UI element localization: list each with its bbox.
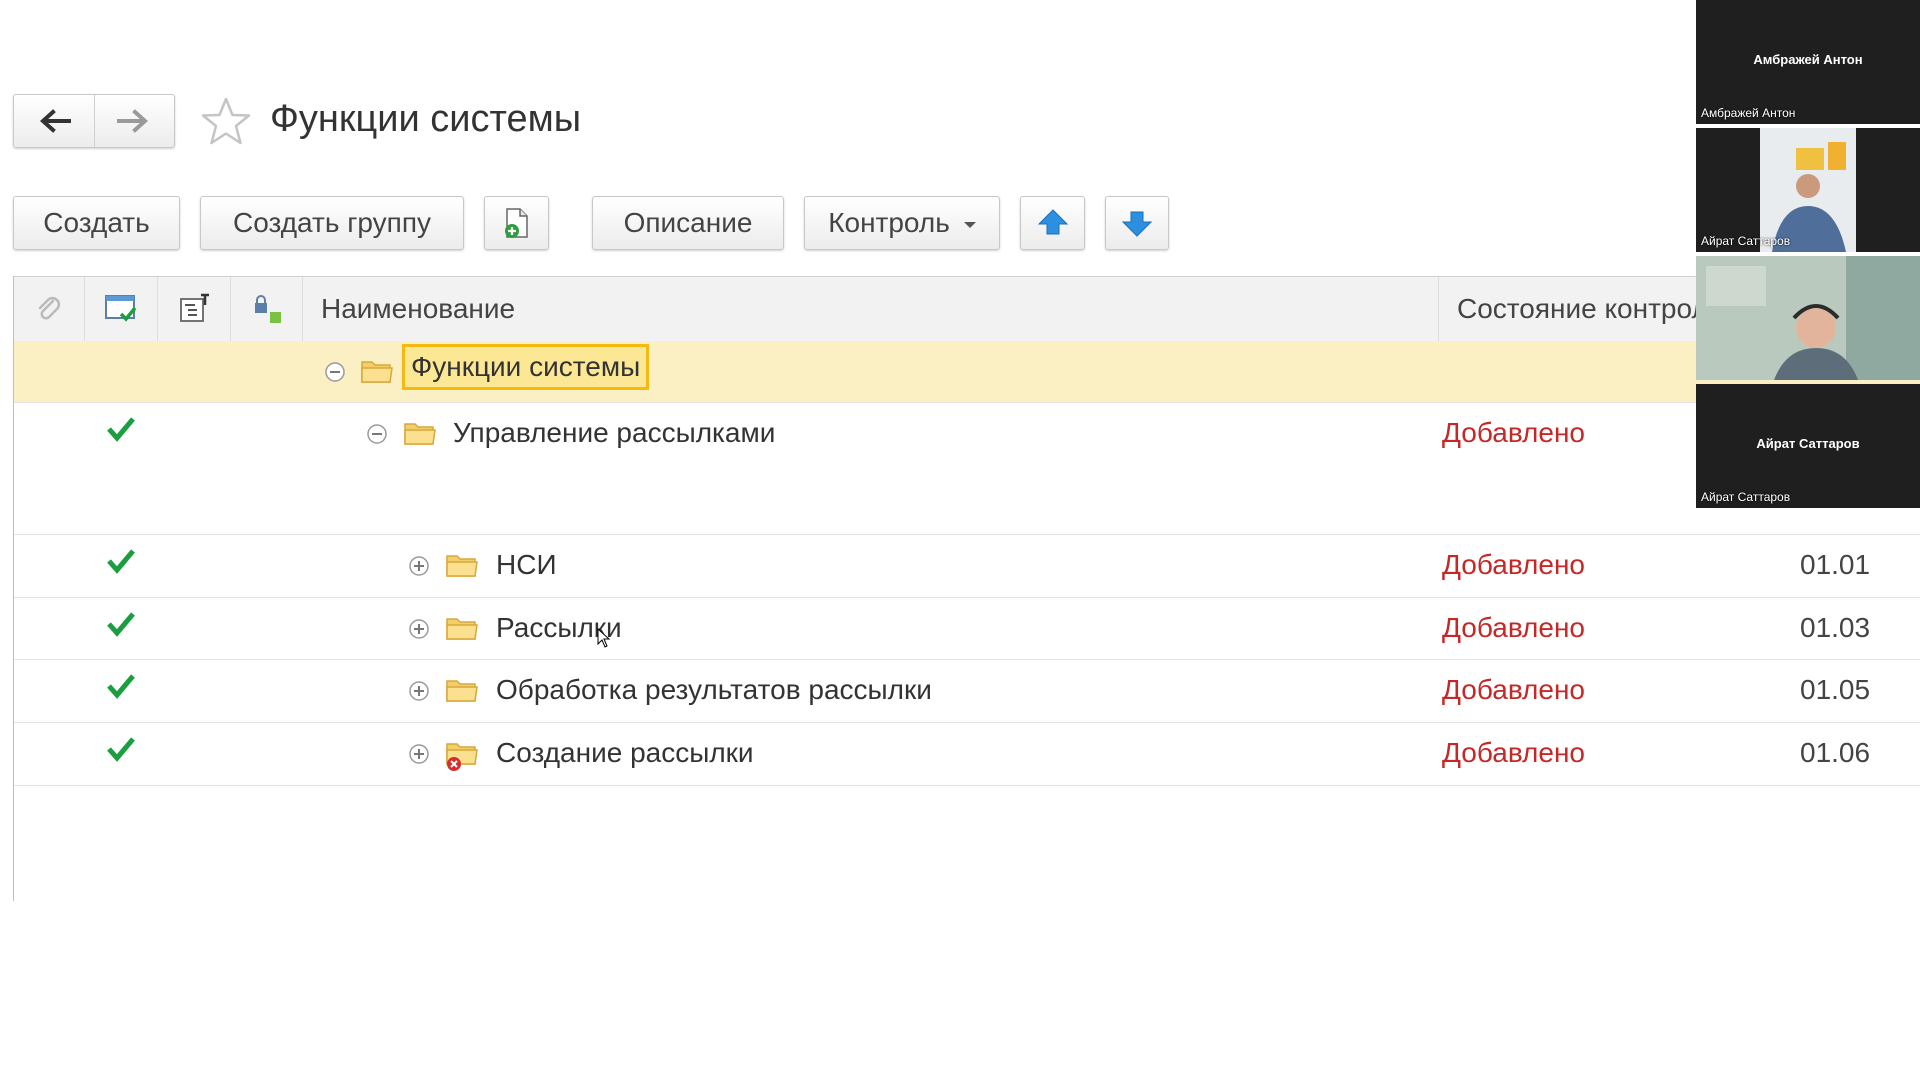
collapse-icon[interactable] [324,361,346,383]
chevron-down-icon [963,222,976,228]
check-icon [107,612,135,637]
row-status: Добавлено [1442,612,1585,643]
row-status: Добавлено [1442,674,1585,705]
expand-icon[interactable] [408,618,430,640]
table-row[interactable]: Рассылки Добавлено 01.03 [14,598,1920,660]
table-row[interactable]: Функции системы [14,341,1920,403]
row-status: Добавлено [1442,737,1585,768]
folder-deleted-icon [446,743,478,771]
expand-icon[interactable] [408,680,430,702]
row-code: 01.06 [1800,737,1871,768]
row-code: 01.05 [1800,674,1871,705]
expand-icon[interactable] [408,555,430,577]
table-header: Наименование Состояние контрол [14,277,1920,342]
table-row[interactable]: Обработка результатов рассылки Добавлено… [14,660,1920,723]
control-button-label: Контроль [828,207,950,238]
navigation-buttons [13,94,175,148]
row-code: 01.03 [1800,612,1871,643]
row-name: Обработка результатов рассылки [496,674,932,705]
column-marked[interactable] [85,277,158,341]
description-button-label: Описание [623,207,753,238]
mouse-cursor-icon [597,628,611,648]
row-status: Добавлено [1442,417,1585,448]
participant-tile[interactable]: Амбражей Антон Амбражей Антон [1696,0,1920,124]
favorite-star-icon[interactable] [200,96,252,148]
description-button[interactable]: Описание [592,196,784,250]
folder-icon [446,680,478,702]
create-button[interactable]: Создать [13,196,180,250]
table-row[interactable]: Управление рассылками Добавлено [14,403,1920,535]
add-document-button[interactable] [484,196,549,250]
check-icon [107,417,135,442]
check-icon [107,549,135,574]
expand-icon[interactable] [408,743,430,765]
hierarchy-icon [180,293,209,322]
arrow-left-icon [39,109,71,133]
column-status[interactable]: Состояние контрол [1439,277,1697,341]
folder-icon [446,618,478,640]
column-name[interactable]: Наименование [303,277,1439,341]
collapse-icon[interactable] [366,423,388,445]
row-code: 01.01 [1800,549,1871,580]
row-name: Функции системы [402,344,650,390]
column-name-label: Наименование [321,293,516,324]
participant-tile[interactable]: Айрат Саттаров Айрат Саттаров [1696,384,1920,508]
column-access[interactable] [231,277,303,341]
move-up-button[interactable] [1020,196,1085,250]
move-down-button[interactable] [1105,196,1169,250]
back-button[interactable] [14,95,94,147]
participant-label: Айрат Саттаров [1701,490,1791,504]
table-row[interactable]: НСИ Добавлено 01.01 [14,535,1920,598]
create-group-button-label: Создать группу [233,207,431,238]
control-dropdown-button[interactable]: Контроль [804,196,1000,250]
folder-icon [446,555,478,577]
folder-open-icon [404,423,436,445]
arrow-right-icon [117,109,149,133]
create-group-button[interactable]: Создать группу [200,196,464,250]
check-icon [107,737,135,762]
participant-tile[interactable] [1696,256,1920,380]
arrow-up-icon [1037,209,1068,235]
add-document-icon [504,208,528,238]
check-icon [107,674,135,699]
participant-label: Амбражей Антон [1701,106,1796,120]
row-name: Управление рассылками [453,417,776,448]
forward-button[interactable] [93,95,175,147]
functions-table: Наименование Состояние контрол Функции с… [13,276,1920,901]
row-name: НСИ [496,549,557,580]
arrow-down-icon [1121,211,1153,237]
column-status-label: Состояние контрол [1457,293,1697,324]
table-row[interactable]: Создание рассылки Добавлено 01.06 [14,723,1920,786]
column-hierarchy[interactable] [158,277,231,341]
participant-tile[interactable]: Айрат Саттаров [1696,128,1920,252]
column-attachment[interactable] [14,277,85,341]
folder-open-icon [361,361,393,383]
lock-icon [254,295,281,323]
create-button-label: Создать [43,207,150,238]
paperclip-icon [38,296,61,320]
participant-label: Айрат Саттаров [1701,234,1791,248]
row-status: Добавлено [1442,549,1585,580]
participant-display-name: Айрат Саттаров [1756,436,1860,451]
participant-video [1696,256,1920,380]
row-name: Создание рассылки [496,737,754,768]
window-check-icon [105,295,137,322]
page-title: Функции системы [270,98,582,140]
participant-display-name: Амбражей Антон [1753,52,1863,67]
